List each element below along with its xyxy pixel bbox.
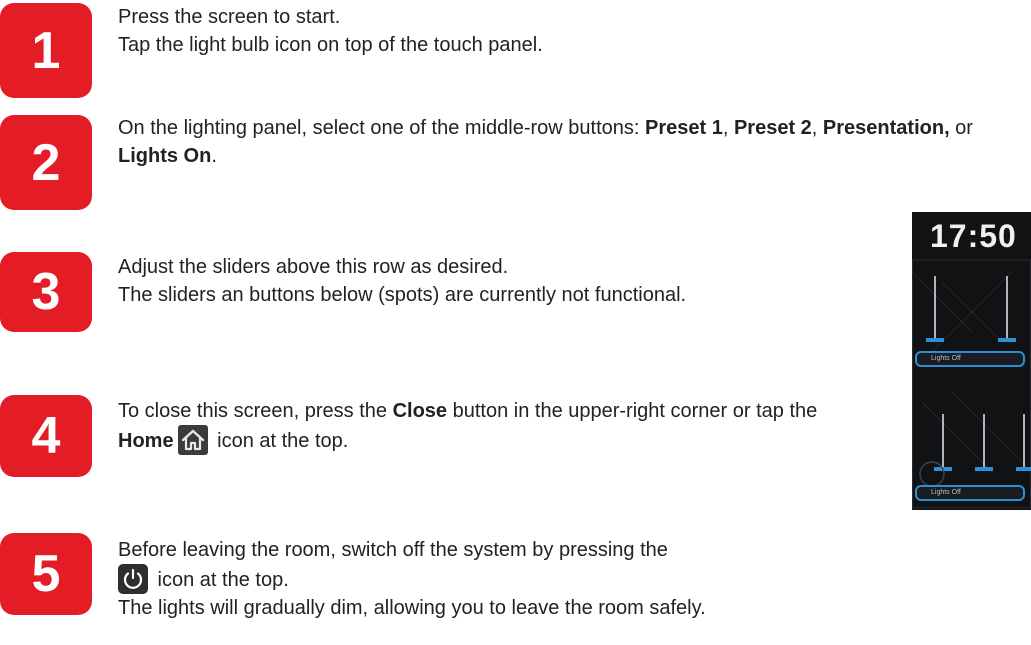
step-1-line-1: Press the screen to start. xyxy=(118,6,341,28)
home-icon xyxy=(177,425,208,455)
presentation-label: Presentation, xyxy=(822,117,950,139)
step-2-text-part: , xyxy=(811,117,823,139)
home-label: Home xyxy=(118,430,174,452)
step-2-badge: 2 xyxy=(0,115,92,210)
touch-panel-screenshot: 17:50 Lights Off Lights Off xyxy=(912,212,1031,510)
lights-on-label: Lights On xyxy=(118,145,212,167)
power-icon xyxy=(118,564,148,594)
lights-off-button-bottom: Lights Off xyxy=(915,485,1025,501)
step-2-text-part: , xyxy=(722,117,734,139)
step-4-badge: 4 xyxy=(0,395,92,477)
step-4-text-part: To close this screen, press the xyxy=(118,400,393,422)
step-2-text-part: On the lighting panel, select one of the… xyxy=(118,117,645,139)
preset-1-label: Preset 1 xyxy=(644,117,723,139)
close-label: Close xyxy=(392,400,448,422)
step-3-text: Adjust the sliders above this row as des… xyxy=(118,253,778,309)
step-number: 2 xyxy=(31,133,61,192)
step-2-text: On the lighting panel, select one of the… xyxy=(118,114,1031,170)
step-3-line-2: The sliders an buttons below (spots) are… xyxy=(118,284,687,306)
slider-handle xyxy=(975,467,993,471)
step-1-line-2: Tap the light bulb icon on top of the to… xyxy=(118,34,543,56)
step-3-badge: 3 xyxy=(0,252,92,332)
step-2-text-part: . xyxy=(211,145,217,167)
step-5-text: Before leaving the room, switch off the … xyxy=(118,536,706,622)
slider-handle xyxy=(926,338,944,342)
step-number: 5 xyxy=(31,545,61,603)
step-number: 1 xyxy=(31,21,61,80)
slider-handle xyxy=(998,338,1016,342)
step-2-text-part: or xyxy=(949,117,973,139)
step-4-text-part: button in the upper-right corner or tap … xyxy=(447,400,818,422)
step-5-badge: 5 xyxy=(0,533,92,615)
step-4-text: To close this screen, press the Close bu… xyxy=(118,397,878,455)
step-1-text: Press the screen to start. Tap the light… xyxy=(118,3,543,59)
step-1-badge: 1 xyxy=(0,3,92,98)
step-3-line-1: Adjust the sliders above this row as des… xyxy=(118,256,509,278)
slider-handle xyxy=(1016,467,1031,471)
step-5-line-1: Before leaving the room, switch off the … xyxy=(118,539,668,561)
step-number: 4 xyxy=(31,407,61,465)
step-number: 3 xyxy=(31,263,61,321)
step-5-line-2: icon at the top. xyxy=(118,564,706,594)
step-5-line-3: The lights will gradually dim, allowing … xyxy=(118,597,706,619)
lights-off-button-top: Lights Off xyxy=(915,351,1025,367)
step-4-text-part: icon at the top. xyxy=(211,430,349,452)
step-5-text-part: icon at the top. xyxy=(152,569,289,591)
preset-2-label: Preset 2 xyxy=(733,117,812,139)
